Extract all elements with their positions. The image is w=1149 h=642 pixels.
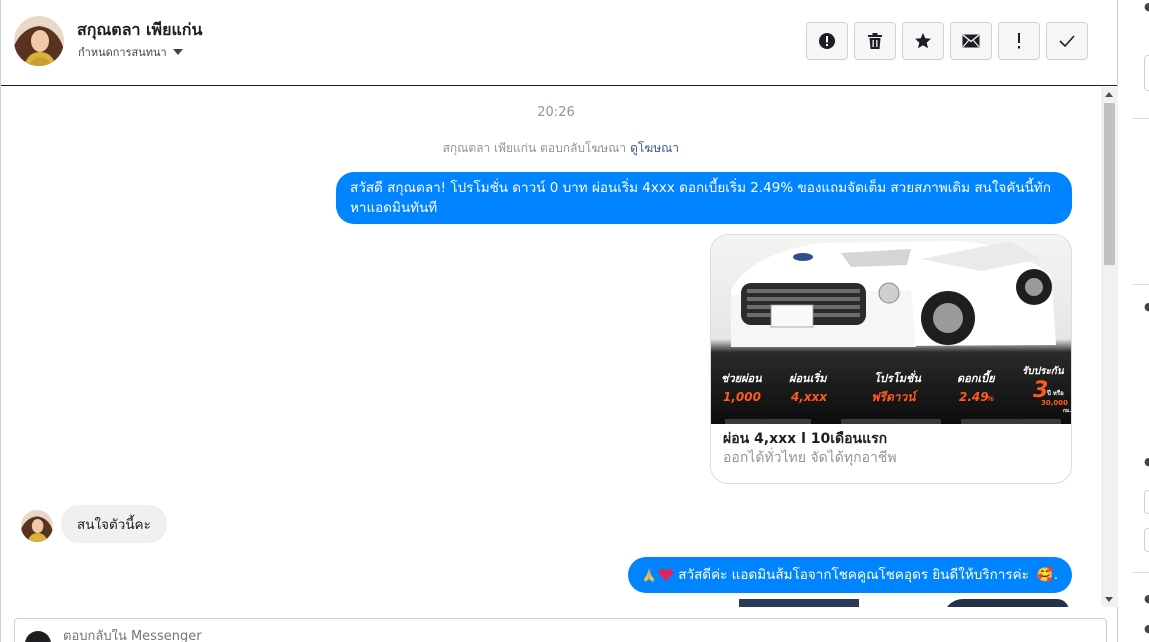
panel-glyph-icon: ●: [1144, 300, 1149, 313]
panel-glyph-icon: ●: [1144, 455, 1149, 468]
ad-reply-note: สกุณตลา เพียแก่น ตอบกลับโฆษณา ดูโฆษณา: [443, 139, 679, 158]
sender-avatar: [21, 510, 53, 542]
scroll-down-arrow-icon[interactable]: [1105, 597, 1113, 602]
ad-label-interest: ดอกเบี้ย: [957, 370, 996, 385]
greeting-text: สวัสดีค่ะ แอดมินส้มโอจากโชคคูณโชคอุดร ยิ…: [678, 567, 1029, 583]
ad-card-subtitle: ออกได้ทั่วไทย จัดได้ทุกอาชีพ: [723, 450, 897, 466]
panel-glyph-icon: ●: [1144, 0, 1149, 13]
ad-label-warranty: รับประกัน: [1022, 365, 1065, 377]
incoming-message: สนใจตัวนี้คะ: [61, 505, 167, 543]
mark-unread-button[interactable]: [950, 22, 992, 60]
conversation-panel: สกุณตลา เพียแก่น กำหนดการสนทนา 20:26 สกุ…: [0, 0, 1118, 642]
panel-field[interactable]: [1144, 528, 1149, 552]
thread-scrollbar[interactable]: [1101, 87, 1118, 607]
conversation-toolbar: [806, 22, 1088, 60]
mark-done-button[interactable]: [1046, 22, 1088, 60]
attachment-preview: [623, 599, 1069, 607]
ad-label-installment: ผ่อนเริ่ม: [789, 370, 828, 385]
conversation-header: สกุณตลา เพียแก่น กำหนดการสนทนา: [1, 0, 1117, 86]
outgoing-message: สวัสดี สกุณตลา! โปรโมชั่น ดาวน์ 0 บาท ผ่…: [336, 172, 1072, 224]
heart-icon: [658, 568, 674, 581]
ad-label-assist: ช่วยผ่อน: [721, 372, 762, 385]
caret-down-icon: [172, 49, 183, 55]
assign-conversation-dropdown[interactable]: กำหนดการสนทนา: [78, 43, 183, 61]
follow-up-button[interactable]: [998, 22, 1040, 60]
panel-glyph-icon: ●: [1144, 592, 1149, 605]
ad-reply-text: สกุณตลา เพียแก่น ตอบกลับโฆษณา: [442, 141, 627, 155]
mark-spam-button[interactable]: [806, 22, 848, 60]
preview-strip: [739, 599, 859, 607]
preview-strip: [943, 599, 1069, 607]
reply-input[interactable]: [63, 629, 463, 642]
ad-card-image: ช่วยผ่อน 1,000 ผ่อนเริ่ม 4,xxx โปรโมชั่น…: [711, 235, 1071, 424]
ad-value-assist: 1,000: [723, 390, 761, 404]
alert-circle-icon: [819, 33, 835, 49]
trash-icon: [868, 33, 882, 49]
panel-field[interactable]: [1144, 490, 1149, 514]
greeting-trailer: 🥰.: [1036, 567, 1058, 583]
outgoing-message-greeting: สวัสดีค่ะ แอดมินส้มโอจากโชคคูณโชคอุดร ยิ…: [628, 557, 1072, 593]
panel-divider: [1132, 572, 1149, 573]
checkmark-icon: [1059, 35, 1075, 47]
ad-value-promotion: ฟรีดาวน์: [871, 390, 919, 404]
delete-button[interactable]: [854, 22, 896, 60]
panel-divider: [1132, 284, 1149, 285]
message-timestamp: 20:26: [537, 105, 575, 120]
ad-warranty-km-unit: กม.: [1063, 408, 1071, 414]
message-thread[interactable]: 20:26 สกุณตลา เพียแก่น ตอบกลับโฆษณา ดูโฆษ…: [1, 87, 1101, 607]
exclamation-icon: [1018, 33, 1020, 49]
ad-label-promotion: โปรโมชั่น: [874, 370, 921, 385]
star-icon: [915, 33, 931, 49]
pray-hands-icon: [644, 568, 655, 582]
contact-name: สกุณตลา เพียแก่น: [77, 20, 203, 39]
contact-avatar[interactable]: [14, 16, 64, 66]
view-ad-link[interactable]: ดูโฆษณา: [630, 141, 679, 155]
panel-glyph-icon: ●: [1144, 622, 1149, 635]
ad-card[interactable]: ช่วยผ่อน 1,000 ผ่อนเริ่ม 4,xxx โปรโมชั่น…: [710, 234, 1072, 484]
details-side-panel: ● ● ● ● ●: [1118, 0, 1149, 642]
panel-field[interactable]: [1144, 55, 1149, 91]
ad-warranty-km: 30,000: [1041, 399, 1068, 407]
scroll-up-arrow-icon[interactable]: [1105, 92, 1113, 97]
panel-divider: [1132, 118, 1149, 119]
inbox-app: สกุณตลา เพียแก่น กำหนดการสนทนา 20:26 สกุ…: [0, 0, 1149, 642]
ad-value-installment: 4,xxx: [790, 390, 828, 404]
ad-value-interest-unit: %: [987, 395, 994, 403]
page-avatar: [25, 631, 51, 642]
scrollbar-thumb[interactable]: [1104, 103, 1115, 265]
assign-label: กำหนดการสนทนา: [78, 46, 167, 59]
star-button[interactable]: [902, 22, 944, 60]
ad-value-interest: 2.49: [959, 390, 989, 404]
ad-warranty-unit: ปี หรือ: [1046, 389, 1064, 397]
reply-composer[interactable]: [14, 618, 1107, 642]
envelope-icon: [962, 34, 980, 48]
